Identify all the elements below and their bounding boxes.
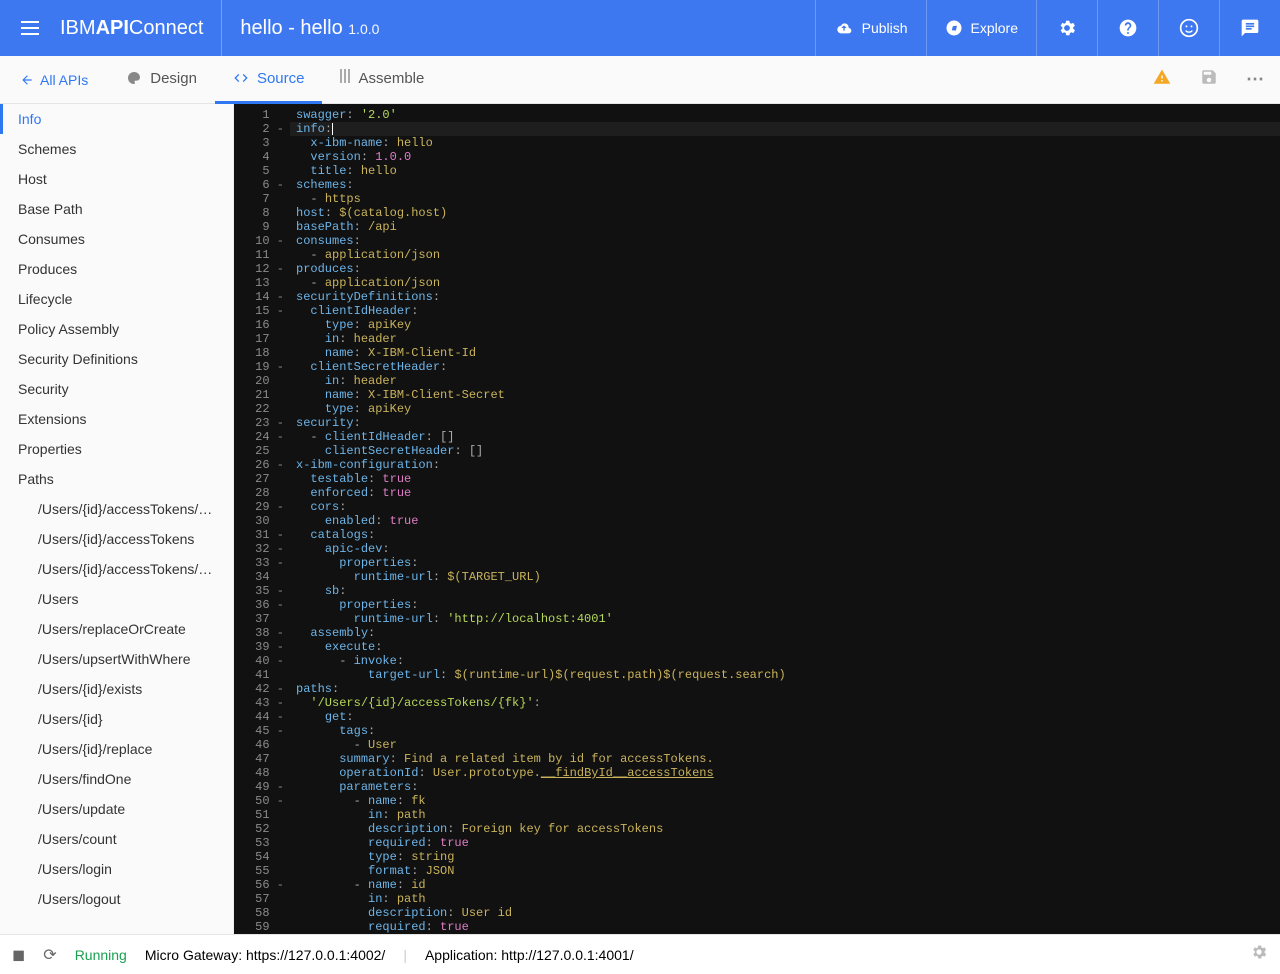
micro-gateway-info: Micro Gateway: https://127.0.0.1:4002/	[145, 947, 385, 963]
back-all-apis[interactable]: All APIs	[0, 72, 108, 88]
sidebar-item-3[interactable]: Base Path	[0, 194, 233, 224]
profile-button[interactable]	[1158, 0, 1219, 56]
status-running: Running	[75, 947, 127, 963]
sidebar-item-1[interactable]: Schemes	[0, 134, 233, 164]
app-header: IBM API Connect hello - hello 1.0.0 Publ…	[0, 0, 1280, 56]
main-area: InfoSchemesHostBase PathConsumesProduces…	[0, 104, 1280, 934]
editor-gutter: 1 2 - 3 4 5 6 - 7 8 9 10 - 11 12 - 13 14…	[234, 104, 290, 934]
hamburger-icon[interactable]	[0, 21, 60, 35]
feedback-button[interactable]	[1219, 0, 1280, 56]
sidebar-item-21[interactable]: /Users/{id}/replace	[0, 734, 233, 764]
sidebar-item-20[interactable]: /Users/{id}	[0, 704, 233, 734]
api-title: hello - hello	[240, 17, 342, 39]
brand-bold: API	[96, 17, 129, 40]
sidebar-item-17[interactable]: /Users/replaceOrCreate	[0, 614, 233, 644]
sidebar-item-2[interactable]: Host	[0, 164, 233, 194]
cloud-upload-icon	[834, 20, 854, 36]
sidebar-item-26[interactable]: /Users/logout	[0, 884, 233, 914]
sidebar-item-0[interactable]: Info	[0, 104, 233, 134]
tab-source-label: Source	[257, 70, 305, 87]
publish-label: Publish	[862, 20, 908, 36]
explore-button[interactable]: Explore	[926, 0, 1036, 56]
sidebar-item-11[interactable]: Properties	[0, 434, 233, 464]
source-editor[interactable]: 1 2 - 3 4 5 6 - 7 8 9 10 - 11 12 - 13 14…	[234, 104, 1280, 934]
sidebar-item-15[interactable]: /Users/{id}/accessTokens/co...	[0, 554, 233, 584]
gear-icon	[1057, 18, 1077, 38]
more-button[interactable]: ⋯	[1232, 69, 1280, 90]
sidebar-item-13[interactable]: /Users/{id}/accessTokens/{fk}	[0, 494, 233, 524]
app-url[interactable]: http://127.0.0.1:4001/	[501, 947, 633, 963]
face-icon	[1179, 18, 1199, 38]
chat-icon	[1240, 18, 1260, 38]
help-icon	[1118, 18, 1138, 38]
app-label: Application:	[425, 947, 501, 963]
sidebar-item-18[interactable]: /Users/upsertWithWhere	[0, 644, 233, 674]
back-label: All APIs	[40, 72, 88, 88]
sidebar-item-25[interactable]: /Users/login	[0, 854, 233, 884]
api-version: 1.0.0	[348, 21, 379, 37]
sidebar-item-23[interactable]: /Users/update	[0, 794, 233, 824]
sidebar-item-19[interactable]: /Users/{id}/exists	[0, 674, 233, 704]
brand-logo: IBM API Connect	[60, 0, 222, 56]
sidebar-item-16[interactable]: /Users	[0, 584, 233, 614]
palette-icon	[126, 70, 142, 86]
code-icon	[233, 70, 249, 86]
sidebar-item-10[interactable]: Extensions	[0, 404, 233, 434]
arrow-left-icon	[20, 73, 34, 87]
brand-post: Connect	[129, 17, 204, 40]
settings-button[interactable]	[1036, 0, 1097, 56]
save-button[interactable]	[1186, 68, 1232, 91]
application-info: Application: http://127.0.0.1:4001/	[425, 947, 634, 963]
gw-url[interactable]: https://127.0.0.1:4002/	[246, 947, 385, 963]
tab-assemble[interactable]: Assemble	[322, 56, 442, 104]
explore-label: Explore	[971, 20, 1018, 36]
sidebar-item-4[interactable]: Consumes	[0, 224, 233, 254]
assemble-icon	[340, 69, 350, 87]
status-bar: ◼ ⟳ Running Micro Gateway: https://127.0…	[0, 934, 1280, 974]
sidebar-item-24[interactable]: /Users/count	[0, 824, 233, 854]
tab-design[interactable]: Design	[108, 56, 215, 104]
publish-button[interactable]: Publish	[815, 0, 926, 56]
compass-icon	[945, 19, 963, 37]
tab-design-label: Design	[150, 70, 197, 87]
tab-assemble-label: Assemble	[358, 70, 424, 87]
sidebar-item-5[interactable]: Produces	[0, 254, 233, 284]
sub-header: All APIs Design Source Assemble ⋯	[0, 56, 1280, 104]
tab-source[interactable]: Source	[215, 56, 323, 104]
brand-pre: IBM	[60, 17, 96, 40]
stop-button[interactable]: ◼	[12, 945, 25, 965]
sidebar-item-9[interactable]: Security	[0, 374, 233, 404]
sidebar-item-8[interactable]: Security Definitions	[0, 344, 233, 374]
header-actions: Publish Explore	[815, 0, 1280, 56]
gw-label: Micro Gateway:	[145, 947, 246, 963]
help-button[interactable]	[1097, 0, 1158, 56]
footer-settings[interactable]	[1250, 943, 1268, 966]
warning-icon[interactable]	[1138, 68, 1186, 91]
page-title: hello - hello 1.0.0	[222, 17, 814, 40]
sidebar-item-14[interactable]: /Users/{id}/accessTokens	[0, 524, 233, 554]
editor-code[interactable]: swagger: '2.0'info: x-ibm-name: hello ve…	[290, 104, 1280, 934]
sidebar-nav[interactable]: InfoSchemesHostBase PathConsumesProduces…	[0, 104, 234, 934]
sidebar-item-22[interactable]: /Users/findOne	[0, 764, 233, 794]
restart-button[interactable]: ⟳	[43, 945, 56, 965]
sidebar-item-12[interactable]: Paths	[0, 464, 233, 494]
sidebar-item-7[interactable]: Policy Assembly	[0, 314, 233, 344]
sidebar-item-6[interactable]: Lifecycle	[0, 284, 233, 314]
